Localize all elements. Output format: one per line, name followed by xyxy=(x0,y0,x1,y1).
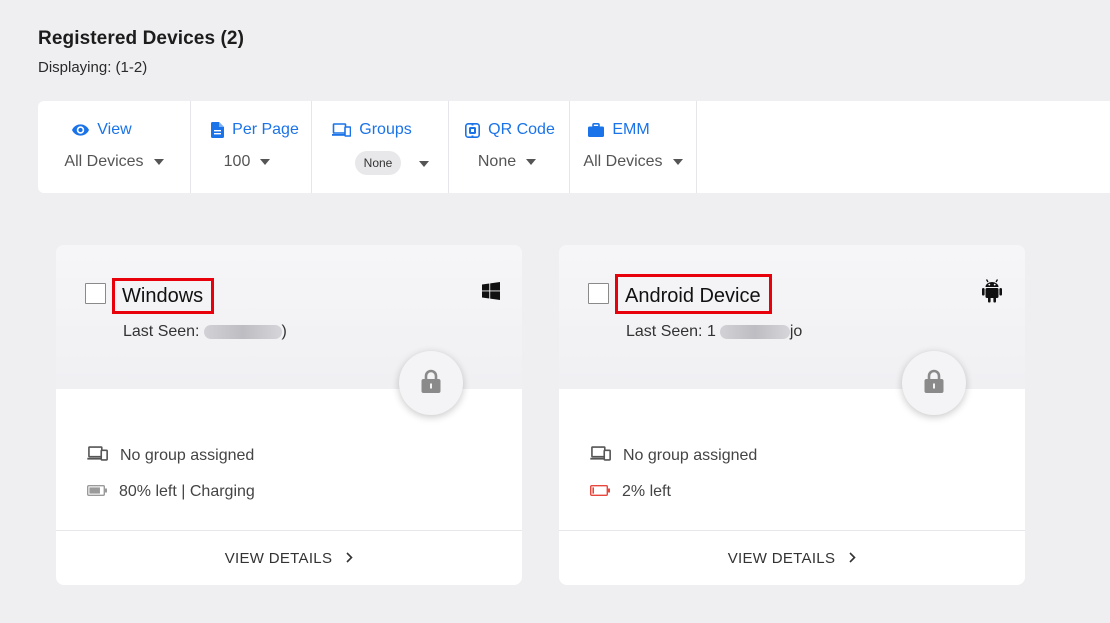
view-filter-dropdown[interactable]: All Devices xyxy=(64,153,164,171)
qr-code-value: None xyxy=(477,153,517,170)
per-page-dropdown[interactable]: 100 xyxy=(224,153,271,171)
caret-down-icon xyxy=(260,159,271,165)
battery-text: 80% left | Charging xyxy=(119,483,255,500)
caret-down-icon xyxy=(526,159,537,165)
caret-down-icon xyxy=(153,159,164,165)
per-page-value: 100 xyxy=(223,153,251,170)
last-seen: Last Seen: 1 jo xyxy=(626,323,802,341)
groups-filter-header[interactable]: Groups xyxy=(332,121,412,139)
document-icon xyxy=(211,122,225,138)
last-seen-label: Last Seen: xyxy=(123,323,200,340)
device-card-android: Android Device Last Seen: 1 jo No group a… xyxy=(559,245,1025,585)
briefcase-icon xyxy=(588,123,605,137)
displaying-count: Displaying: (1-2) xyxy=(38,59,148,76)
battery-info: 2% left xyxy=(589,483,671,501)
devices-icon xyxy=(590,446,611,466)
chevron-right-icon xyxy=(849,550,856,567)
filter-toolbar: View All Devices Per Page 100 Groups Non xyxy=(38,101,1110,193)
per-page-filter-header[interactable]: Per Page xyxy=(211,121,299,139)
page-header: Registered Devices (2) Displaying: (1-2) xyxy=(38,28,244,76)
last-seen: Last Seen:) xyxy=(123,323,287,341)
view-filter: View All Devices xyxy=(38,101,191,193)
qr-code-filter: QR Code None xyxy=(449,101,570,193)
groups-filter: Groups None xyxy=(312,101,449,193)
group-info: No group assigned xyxy=(590,446,757,466)
android-icon xyxy=(981,278,1003,308)
devices-icon xyxy=(87,446,108,466)
caret-down-icon xyxy=(672,159,683,165)
eye-icon xyxy=(72,124,90,136)
emm-filter: EMM All Devices xyxy=(570,101,697,193)
caret-down-icon xyxy=(419,161,430,167)
chevron-right-icon xyxy=(346,550,353,567)
device-name[interactable]: Windows xyxy=(112,278,215,314)
group-text: No group assigned xyxy=(623,447,758,464)
qr-code-filter-header[interactable]: QR Code xyxy=(465,121,555,139)
battery-low-icon xyxy=(589,483,610,501)
view-details-label: VIEW DETAILS xyxy=(727,549,836,567)
qr-code-icon xyxy=(465,122,481,138)
windows-icon xyxy=(482,282,500,305)
page-title: Registered Devices (2) xyxy=(38,28,245,49)
qr-code-dropdown[interactable]: None xyxy=(477,153,537,171)
battery-icon xyxy=(86,483,107,501)
lock-icon xyxy=(924,369,944,398)
battery-info: 80% left | Charging xyxy=(86,483,255,501)
view-details-button[interactable]: VIEW DETAILS xyxy=(56,531,522,585)
emm-filter-label: EMM xyxy=(612,121,650,138)
device-name[interactable]: Android Device xyxy=(615,274,772,314)
groups-dropdown[interactable]: None xyxy=(354,151,430,175)
device-select-checkbox[interactable] xyxy=(588,283,609,304)
view-filter-label: View xyxy=(97,121,132,138)
redacted-timestamp xyxy=(719,324,790,339)
last-seen-suffix: ) xyxy=(281,323,287,340)
lock-device-button[interactable] xyxy=(399,351,463,415)
lock-icon xyxy=(421,369,441,398)
groups-chip: None xyxy=(354,151,402,175)
per-page-filter: Per Page 100 xyxy=(191,101,312,193)
group-info: No group assigned xyxy=(87,446,254,466)
view-details-label: VIEW DETAILS xyxy=(224,549,333,567)
devices-icon xyxy=(332,123,352,137)
emm-dropdown[interactable]: All Devices xyxy=(583,153,683,171)
view-filter-value: All Devices xyxy=(64,153,144,170)
lock-device-button[interactable] xyxy=(902,351,966,415)
battery-text: 2% left xyxy=(622,483,671,500)
last-seen-suffix: jo xyxy=(789,323,803,340)
emm-filter-header[interactable]: EMM xyxy=(588,121,650,139)
qr-code-filter-label: QR Code xyxy=(488,121,555,138)
view-filter-header[interactable]: View xyxy=(72,121,132,139)
emm-value: All Devices xyxy=(583,153,663,170)
redacted-timestamp xyxy=(203,324,282,339)
group-text: No group assigned xyxy=(120,447,255,464)
device-card-windows: Windows Last Seen:) No group assigned 80… xyxy=(56,245,522,585)
groups-filter-label: Groups xyxy=(359,121,412,138)
device-select-checkbox[interactable] xyxy=(85,283,106,304)
last-seen-label: Last Seen: 1 xyxy=(626,323,716,340)
view-details-button[interactable]: VIEW DETAILS xyxy=(559,531,1025,585)
per-page-filter-label: Per Page xyxy=(232,121,299,138)
